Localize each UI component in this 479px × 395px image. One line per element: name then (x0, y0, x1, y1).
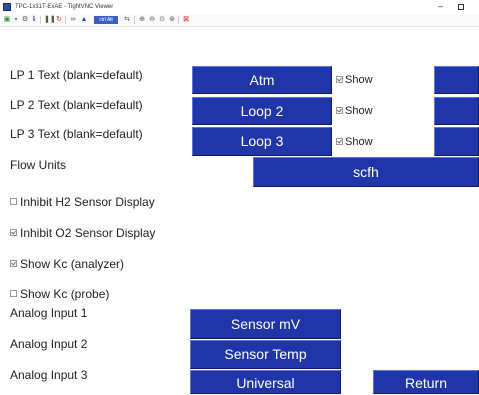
lp2-label: LP 2 Text (blank=default) (10, 98, 143, 112)
show-kc-probe-label: Show Kc (probe) (20, 287, 110, 301)
ctrl-alt-del-icon[interactable]: ∞ (69, 16, 77, 24)
window-titlebar: TPC-1x31T-ExAE - TightVNC Viewer – (0, 0, 479, 14)
toolbar-separator (134, 16, 135, 24)
analog-input-3-label: Analog Input 3 (10, 368, 88, 382)
lp1-label: LP 1 Text (blank=default) (10, 68, 143, 82)
ctrl-alt-toggle[interactable]: ctrl Alt (94, 16, 118, 24)
lp1-show-label: Show (345, 74, 373, 86)
lp2-extra-button[interactable] (434, 97, 479, 125)
show-kc-analyzer-checkbox[interactable] (10, 260, 17, 267)
show-kc-analyzer-label: Show Kc (analyzer) (20, 257, 125, 271)
maximize-button[interactable] (458, 4, 464, 10)
toolbar-separator (178, 16, 179, 24)
lp1-extra-button[interactable] (434, 66, 479, 94)
analog-input-3-button[interactable]: Universal (190, 370, 341, 394)
info-icon[interactable]: ℹ (30, 16, 38, 24)
inhibit-o2-label: Inhibit O2 Sensor Display (20, 226, 156, 240)
inhibit-h2-label: Inhibit H2 Sensor Display (20, 195, 155, 209)
lp3-show-label: Show (345, 136, 373, 148)
transfer-icon[interactable]: ⇆ (123, 16, 131, 24)
ctrl-esc-icon[interactable]: ▲ (80, 16, 88, 24)
zoom-fit-icon[interactable]: ⊛ (168, 16, 176, 24)
inhibit-h2-checkbox[interactable] (10, 198, 17, 205)
lp3-extra-button[interactable] (434, 127, 479, 156)
window-title: TPC-1x31T-ExAE - TightVNC Viewer (15, 4, 114, 10)
flow-units-button[interactable]: scfh (253, 157, 479, 187)
minimize-button[interactable]: – (438, 1, 443, 11)
analog-input-1-button[interactable]: Sensor mV (190, 309, 341, 339)
lp1-text-button[interactable]: Atm (192, 66, 332, 94)
fullscreen-icon[interactable]: ⊠ (182, 16, 190, 24)
save-icon[interactable]: ▪ (12, 16, 20, 24)
lp3-label: LP 3 Text (blank=default) (10, 127, 143, 141)
lp3-text-button[interactable]: Loop 3 (192, 127, 332, 156)
refresh-icon[interactable]: ↻ (55, 16, 63, 24)
pause-icon[interactable]: ❚❚ (44, 16, 56, 24)
vnc-toolbar: ▣ ▪ ⚙ ℹ ❚❚ ↻ ∞ ▲ ctrl Alt ⇆ ⊕ ⊖ ⊙ ⊛ ⊠ (0, 14, 479, 27)
lp2-text-button[interactable]: Loop 2 (192, 97, 332, 125)
toolbar-separator (65, 16, 66, 24)
flow-units-label: Flow Units (10, 158, 67, 172)
new-connection-icon[interactable]: ▣ (3, 16, 11, 24)
lp1-show-checkbox[interactable] (336, 76, 343, 83)
zoom-100-icon[interactable]: ⊙ (158, 16, 166, 24)
inhibit-o2-checkbox[interactable] (10, 229, 17, 236)
analog-input-2-label: Analog Input 2 (10, 337, 88, 351)
options-icon[interactable]: ⚙ (21, 16, 29, 24)
zoom-out-icon[interactable]: ⊖ (148, 16, 156, 24)
lp3-show-checkbox[interactable] (336, 138, 343, 145)
show-kc-probe-checkbox[interactable] (10, 290, 17, 297)
return-button[interactable]: Return (373, 370, 479, 394)
tightvnc-app-icon (3, 3, 11, 11)
toolbar-separator (40, 16, 41, 24)
lp2-show-label: Show (345, 105, 373, 117)
analog-input-2-button[interactable]: Sensor Temp (190, 340, 341, 369)
analog-input-1-label: Analog Input 1 (10, 306, 88, 320)
lp2-show-checkbox[interactable] (336, 107, 343, 114)
zoom-in-icon[interactable]: ⊕ (138, 16, 146, 24)
